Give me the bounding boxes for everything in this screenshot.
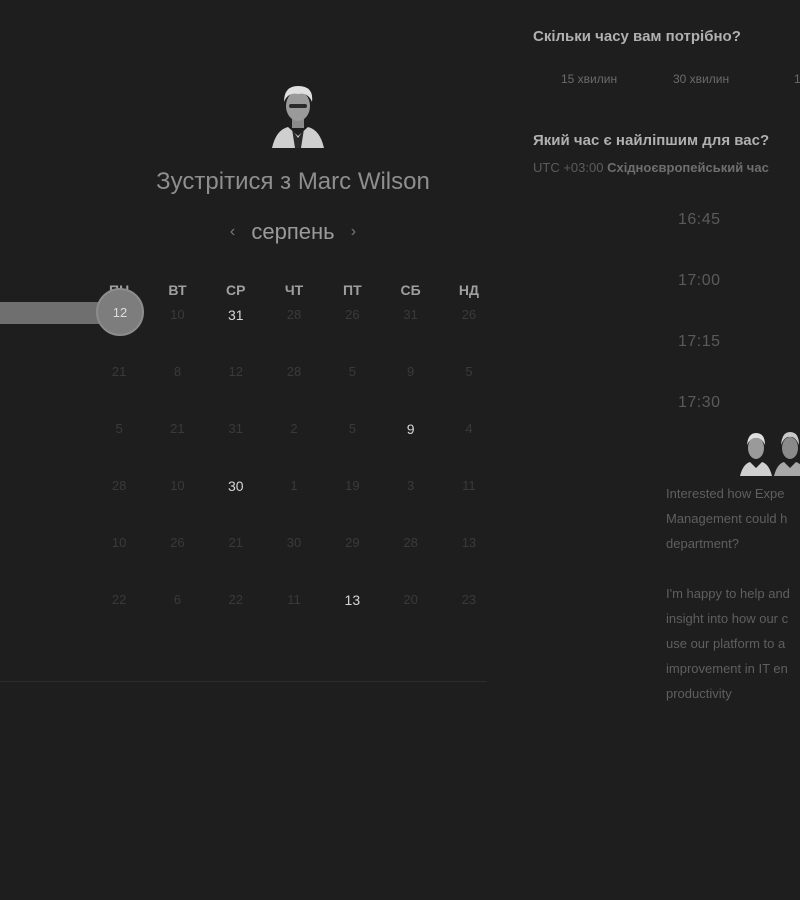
chevron-left-icon[interactable]: ‹ bbox=[230, 223, 235, 241]
calendar-week-row: 21 8 12 28 5 9 5 bbox=[90, 361, 498, 418]
calendar-day: 9 bbox=[407, 364, 415, 379]
weekday-label: СР bbox=[226, 282, 246, 298]
selected-day-label: 12 bbox=[112, 304, 128, 320]
weekday-label: ПТ bbox=[343, 282, 362, 298]
calendar-day: 11 bbox=[462, 478, 476, 493]
calendar-day-available[interactable]: 13 bbox=[323, 589, 381, 646]
calendar-day: 3 bbox=[407, 478, 415, 493]
calendar-day: 21 bbox=[111, 364, 127, 379]
calendar-week-row: 10 26 21 30 29 28 13 bbox=[90, 532, 498, 589]
help-line: use our platform to a bbox=[666, 636, 786, 651]
calendar-week-row: 22 6 22 11 13 20 23 bbox=[90, 589, 498, 646]
intro-paragraph: Interested how Expe Management could h d… bbox=[666, 481, 800, 556]
calendar-day: 5 bbox=[348, 421, 356, 436]
calendar-day: 11 bbox=[287, 592, 301, 607]
calendar-day: 5 bbox=[348, 364, 356, 379]
calendar-day: 2 bbox=[290, 421, 298, 436]
duration-option-15[interactable]: 15 хвилин bbox=[561, 72, 617, 86]
help-paragraph: I'm happy to help and insight into how o… bbox=[666, 581, 800, 706]
calendar-day: 31 bbox=[403, 307, 418, 322]
weekday-header: ПНВТСРЧТПТСБНД bbox=[90, 276, 498, 304]
calendar-day: 30 bbox=[286, 535, 302, 550]
calendar-day: 10 bbox=[170, 307, 185, 322]
month-label: серпень bbox=[251, 219, 335, 245]
calendar-day: 22 bbox=[228, 592, 243, 607]
calendar-day: 4 bbox=[465, 421, 473, 436]
intro-line: Interested how Expe bbox=[666, 486, 785, 501]
calendar-day: 6 bbox=[173, 592, 182, 607]
calendar-day: 8 bbox=[173, 364, 182, 379]
calendar-week-row: 5 21 31 2 5 9 4 bbox=[90, 418, 498, 475]
timezone-offset: UTC +03:00 bbox=[533, 160, 604, 175]
calendar-divider bbox=[0, 681, 487, 682]
calendar-days: 1210312826312621812285955213125942810301… bbox=[90, 304, 498, 646]
host-name: Marc Wilson bbox=[297, 168, 430, 195]
time-slot[interactable]: 16:45 bbox=[678, 211, 721, 229]
help-line: insight into how our c bbox=[666, 611, 789, 626]
meeting-title: Зустрітися з Marc Wilson bbox=[0, 168, 586, 196]
calendar-day: 26 bbox=[170, 535, 185, 550]
help-line: I'm happy to help and bbox=[666, 586, 790, 601]
calendar-day: 21 bbox=[228, 535, 243, 550]
team-avatar-icon bbox=[740, 432, 800, 476]
calendar-day: 28 bbox=[111, 478, 127, 493]
time-heading: Який час є найліпшим для вас? bbox=[533, 132, 770, 149]
intro-line: Management could h bbox=[666, 511, 788, 526]
calendar-day: 20 bbox=[403, 592, 418, 607]
calendar-day-available[interactable]: 31 bbox=[207, 304, 265, 361]
time-slot[interactable]: 17:15 bbox=[678, 333, 721, 351]
month-navigator: ‹ серпень › bbox=[0, 218, 586, 245]
calendar-day: 10 bbox=[111, 535, 127, 550]
calendar-day: 28 bbox=[403, 535, 418, 550]
calendar-day: 26 bbox=[345, 307, 360, 322]
weekday-label: НД bbox=[458, 282, 479, 298]
calendar-day: 28 bbox=[286, 364, 302, 379]
calendar-day: 28 bbox=[286, 307, 302, 322]
calendar-week-row: 12 10 31 28 26 31 26 bbox=[90, 304, 498, 361]
intro-line: department? bbox=[666, 536, 739, 551]
time-slot[interactable]: 17:30 bbox=[678, 394, 721, 412]
meeting-title-prefix: Зустрітися з bbox=[156, 168, 292, 195]
duration-option-30[interactable]: 30 хвилин bbox=[673, 72, 729, 86]
weekday-label: ЧТ bbox=[284, 282, 304, 298]
calendar-day: 12 bbox=[228, 364, 243, 379]
weekday-label: СБ bbox=[400, 282, 421, 298]
calendar-week-row: 28 10 30 1 19 3 11 bbox=[90, 475, 498, 532]
calendar-grid: ПНВТСРЧТПТСБНД 1210312826312621812285955… bbox=[90, 276, 498, 646]
host-avatar bbox=[270, 80, 326, 150]
selected-day-knob[interactable]: 12 bbox=[96, 288, 144, 336]
weekday-label: ВТ bbox=[168, 282, 187, 298]
team-avatars bbox=[740, 428, 800, 476]
calendar-day: 22 bbox=[111, 592, 127, 607]
time-slot[interactable]: 17:00 bbox=[678, 272, 721, 290]
calendar-day: 29 bbox=[345, 535, 360, 550]
person-avatar-icon bbox=[272, 86, 324, 148]
calendar-day: 19 bbox=[345, 478, 360, 493]
calendar-day: 26 bbox=[461, 307, 477, 322]
calendar-day: 23 bbox=[461, 592, 477, 607]
timezone-label[interactable]: UTC +03:00 Східноєвропейський час bbox=[533, 160, 769, 175]
help-line: improvement in IT en bbox=[666, 661, 788, 676]
calendar-day: 31 bbox=[228, 421, 243, 436]
calendar-day: 21 bbox=[170, 421, 185, 436]
calendar-day-available[interactable]: 30 bbox=[207, 475, 265, 532]
chevron-right-icon[interactable]: › bbox=[351, 223, 356, 241]
timezone-name: Східноєвропейський час bbox=[607, 160, 769, 175]
calendar-day-available[interactable]: 9 bbox=[381, 418, 439, 475]
calendar-day: 5 bbox=[465, 364, 473, 379]
calendar-day: 10 bbox=[170, 478, 185, 493]
duration-option-60[interactable]: 1 bbox=[794, 72, 800, 86]
help-line: productivity bbox=[666, 686, 732, 701]
calendar-day: 1 bbox=[290, 478, 298, 493]
calendar-day: 5 bbox=[115, 421, 123, 436]
duration-heading: Скільки часу вам потрібно? bbox=[533, 28, 741, 45]
calendar-day: 13 bbox=[461, 535, 477, 550]
